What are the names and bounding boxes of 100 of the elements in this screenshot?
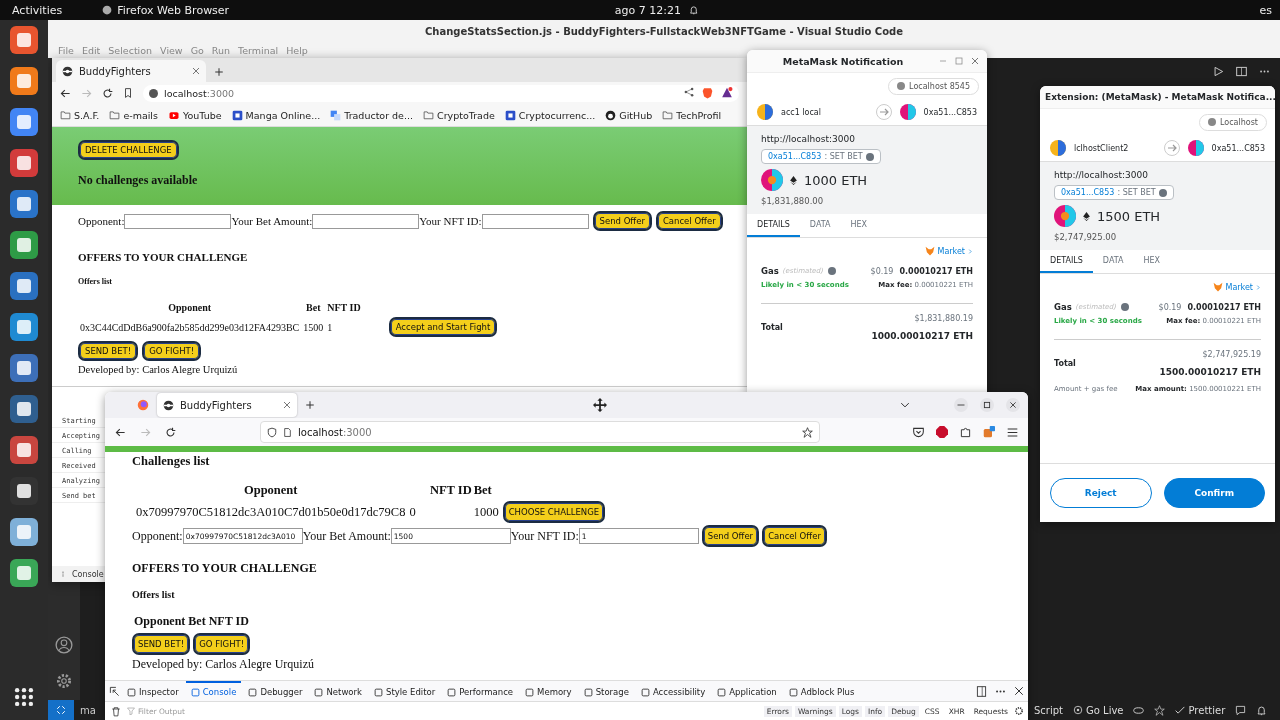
lion-icon[interactable] <box>702 87 713 99</box>
bookmark[interactable]: GitHub <box>605 109 653 121</box>
browser-tab[interactable]: BuddyFighters <box>157 393 297 417</box>
app-icon[interactable] <box>8 475 40 507</box>
app-grid-icon[interactable] <box>13 686 35 708</box>
star-icon[interactable] <box>802 426 813 438</box>
address-bar[interactable]: localhost:3000 <box>143 84 739 102</box>
send-bet-button[interactable]: SEND BET! <box>78 341 139 361</box>
picker-icon[interactable] <box>109 685 120 697</box>
remote-button[interactable] <box>48 700 74 720</box>
market-link[interactable]: Market <box>924 246 973 256</box>
go-fight-button[interactable]: GO FIGHT! <box>193 633 251 655</box>
network-selector[interactable]: Localhost 8545 <box>888 77 979 95</box>
clock[interactable]: ago 7 12:21 <box>614 3 681 17</box>
details-tab[interactable]: DETAILS <box>747 214 800 237</box>
devtools-tab[interactable]: Accessibility <box>635 681 711 701</box>
delete-challenge-button[interactable]: DELETE CHALLENGE <box>78 140 179 160</box>
send-offer-button[interactable]: Send Offer <box>701 525 760 547</box>
send-offer-button[interactable]: Send Offer <box>592 211 652 231</box>
app-icon[interactable] <box>8 24 40 56</box>
close-icon[interactable] <box>1014 686 1024 696</box>
dock-side-icon[interactable] <box>976 685 987 697</box>
devtools-tab[interactable]: Application <box>712 681 782 701</box>
bookmark[interactable]: CryptoTrade <box>423 109 495 121</box>
confirm-button[interactable]: Confirm <box>1163 478 1265 508</box>
address-bar[interactable]: localhost:3000 <box>260 421 820 443</box>
devtools-tab[interactable]: Storage <box>578 681 634 701</box>
bookmark[interactable]: Cryptocurrenc... <box>504 109 596 121</box>
details-tab[interactable]: DATA <box>1092 250 1134 273</box>
details-tab[interactable]: DETAILS <box>1040 250 1093 273</box>
plus-icon[interactable] <box>214 67 224 77</box>
app-icon[interactable] <box>8 311 40 343</box>
devtools-tab[interactable]: Network <box>309 681 367 701</box>
nft-id-field[interactable] <box>481 213 589 229</box>
settings-icon[interactable] <box>55 672 73 690</box>
minimize-icon[interactable] <box>954 398 968 412</box>
app-icon[interactable] <box>8 557 40 589</box>
network-selector[interactable]: Localhost <box>1199 113 1267 131</box>
cancel-offer-button[interactable]: Cancel Offer <box>762 525 827 547</box>
settings-icon[interactable] <box>1014 706 1024 716</box>
close-icon[interactable] <box>1006 398 1020 412</box>
app-icon[interactable] <box>8 147 40 179</box>
status-item[interactable]: Go Live <box>1086 704 1124 716</box>
bookmark[interactable]: e-mails <box>109 109 158 121</box>
status-item[interactable]: Prettier <box>1188 704 1226 716</box>
reload-icon[interactable] <box>165 426 176 438</box>
plus-icon[interactable] <box>305 400 315 410</box>
bookmark[interactable]: S.A.F. <box>60 109 100 121</box>
devtools-tab[interactable]: Performance <box>442 681 519 701</box>
devtools-tab[interactable]: Adblock Plus <box>783 681 860 701</box>
share-icon[interactable] <box>684 87 694 97</box>
run-icon[interactable] <box>1213 66 1224 77</box>
firefox-icon[interactable] <box>137 399 149 411</box>
menu-icon[interactable] <box>1007 426 1018 438</box>
bookmark[interactable]: YouTube <box>167 109 222 121</box>
chevron-icon[interactable] <box>900 400 910 410</box>
split-icon[interactable] <box>1236 66 1247 77</box>
bet-field[interactable] <box>312 213 420 229</box>
app-icon[interactable] <box>8 229 40 261</box>
trash-icon[interactable] <box>111 705 121 717</box>
input-source[interactable]: es <box>1259 3 1272 17</box>
bookmark[interactable]: Manga Online... <box>231 109 321 121</box>
details-tab[interactable]: HEX <box>840 214 878 237</box>
market-link[interactable]: Market <box>1212 282 1261 292</box>
details-tab[interactable]: HEX <box>1133 250 1171 273</box>
bookmark[interactable]: TechProfil <box>662 109 722 121</box>
app-icon[interactable] <box>8 65 40 97</box>
go-fight-button[interactable]: GO FIGHT! <box>142 341 202 361</box>
app-icon[interactable] <box>8 352 40 384</box>
browser-tab[interactable]: BuddyFighters <box>56 60 206 82</box>
maximize-icon[interactable] <box>980 398 994 412</box>
status-item[interactable]: Script <box>1034 704 1063 716</box>
devtools-tab[interactable]: Inspector <box>122 681 184 701</box>
branch-name[interactable]: ma <box>80 704 96 716</box>
app-icon[interactable] <box>8 106 40 138</box>
choose-challenge-button[interactable]: CHOOSE CHALLENGE <box>502 501 606 523</box>
stop-sign-icon[interactable] <box>936 426 948 438</box>
devtools-tab[interactable]: Memory <box>520 681 577 701</box>
console-tab[interactable]: Console <box>72 569 104 579</box>
eye-icon[interactable] <box>1133 704 1145 716</box>
app-icon[interactable] <box>8 393 40 425</box>
activities-button[interactable]: Activities <box>12 3 63 17</box>
app-icon[interactable] <box>8 516 40 548</box>
app-icon[interactable] <box>8 188 40 220</box>
feedback-icon[interactable] <box>1235 704 1247 716</box>
account-icon[interactable] <box>55 636 73 654</box>
devtools-tab[interactable]: Style Editor <box>369 681 441 701</box>
send-bet-button[interactable]: SEND BET! <box>132 633 191 655</box>
back-icon[interactable] <box>115 426 126 438</box>
bell-icon[interactable] <box>1256 704 1268 716</box>
accept-fight-button[interactable]: Accept and Start Fight <box>388 317 498 337</box>
app-name[interactable]: Firefox Web Browser <box>117 3 230 17</box>
bookmark-icon[interactable] <box>123 88 133 98</box>
cancel-offer-button[interactable]: Cancel Offer <box>655 211 723 231</box>
back-icon[interactable] <box>60 87 71 99</box>
extension-icon[interactable] <box>983 426 995 438</box>
reject-button[interactable]: Reject <box>1050 478 1152 508</box>
puzzle-icon[interactable] <box>960 426 971 438</box>
app-icon[interactable] <box>8 270 40 302</box>
triangle-icon[interactable] <box>721 87 733 98</box>
